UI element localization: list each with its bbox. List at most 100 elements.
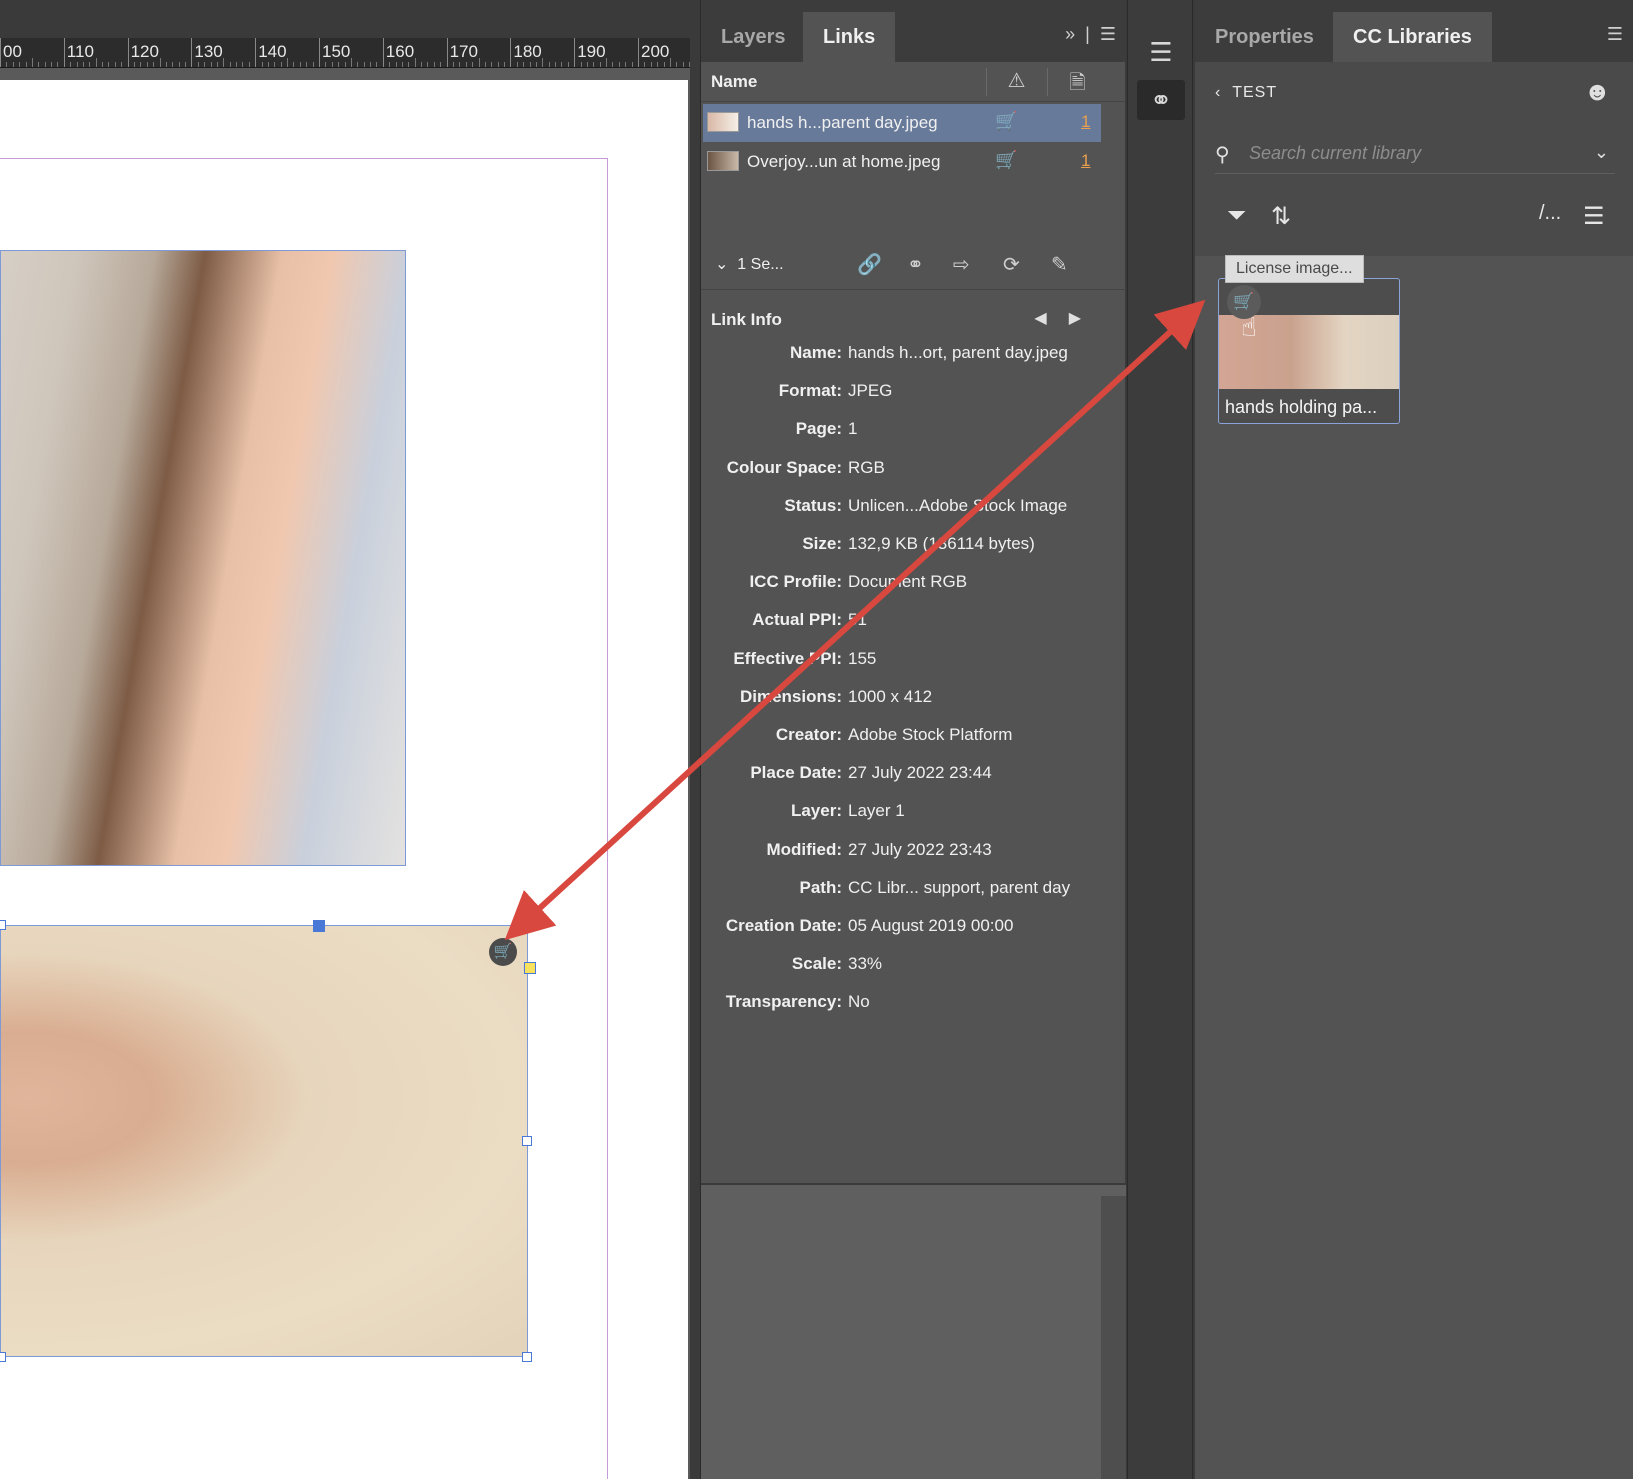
frame-handle[interactable] — [0, 920, 6, 930]
ruler-minor-tick — [338, 62, 340, 67]
ruler-major-tick — [319, 38, 320, 67]
links-icon[interactable]: ⚭ — [1137, 80, 1185, 120]
link-info-row: Status: Unlicen...Adobe Stock Image — [701, 496, 1126, 526]
scrollbar[interactable] — [1101, 1196, 1126, 1479]
ruler-minor-tick — [612, 62, 614, 67]
ruler-minor-tick — [121, 62, 123, 67]
link-info-title[interactable]: Link Info — [711, 310, 782, 330]
ruler-minor-tick — [472, 62, 474, 67]
stock-cart-icon[interactable]: 🛒 — [995, 150, 1017, 171]
ruler-major-tick — [0, 38, 1, 67]
list-view-icon[interactable]: ☰ — [1583, 202, 1605, 231]
link-page-number[interactable]: 1 — [1081, 112, 1090, 132]
link-info-nav-arrows[interactable]: ◀▶ — [1034, 308, 1103, 328]
ruler-minor-tick — [6, 62, 8, 67]
ruler-major-tick — [574, 38, 576, 67]
link-info-value: Unlicen...Adobe Stock Image — [848, 495, 1068, 515]
update-link-icon[interactable]: ⟳ — [1003, 252, 1020, 277]
search-input[interactable] — [1249, 138, 1569, 168]
placed-image-family[interactable] — [0, 250, 406, 866]
ruler-minor-tick — [465, 62, 467, 67]
chevron-down-icon[interactable]: ⌄ — [1594, 142, 1609, 163]
layers-icon[interactable]: ☰ — [1137, 32, 1185, 72]
ruler-minor-tick — [293, 62, 295, 67]
link-info-value: CC Libr... support, parent day — [848, 877, 1071, 897]
ruler-minor-tick — [178, 62, 180, 67]
ruler-minor-tick — [555, 62, 557, 67]
warning-column-icon[interactable]: ⚠ — [986, 68, 1046, 96]
link-info-value: Document RGB — [848, 572, 968, 592]
collapsed-panel-strip: ☰ ⚭ — [1127, 0, 1193, 1479]
sort-icon[interactable]: ⇅ — [1271, 202, 1291, 231]
relink-icon[interactable]: ⚭ — [907, 252, 924, 277]
page-column-icon[interactable]: 🗎 — [1047, 68, 1107, 96]
frame-handle-selected[interactable] — [313, 920, 325, 932]
library-back-button[interactable]: ‹ TEST — [1215, 84, 1277, 102]
share-user-icon[interactable]: ☻ — [1584, 76, 1611, 107]
frame-handle[interactable] — [0, 1352, 6, 1362]
tab-properties[interactable]: Properties — [1195, 12, 1334, 62]
ruler-major-tick — [255, 38, 257, 67]
go-to-link-icon[interactable]: ⇨ — [953, 252, 970, 277]
ruler-minor-tick — [484, 62, 486, 67]
ruler-minor-tick — [140, 62, 142, 67]
library-asset-card[interactable]: 🛒 hands holding pa... — [1218, 278, 1400, 424]
link-page-number[interactable]: 1 — [1081, 151, 1090, 171]
tab-cc-libraries[interactable]: CC Libraries — [1333, 12, 1492, 62]
ruler-label: 170 — [449, 42, 478, 61]
link-name: Overjoy...un at home.jpeg — [747, 152, 941, 171]
edit-original-icon[interactable]: ✎ — [1051, 252, 1068, 277]
link-info-label: Effective PPI: — [733, 648, 842, 668]
document-canvas[interactable]: 001101201301401501601701801902002 🛒 — [0, 0, 690, 1479]
ruler-minor-tick — [497, 62, 499, 67]
frame-handle[interactable] — [522, 1352, 532, 1362]
content-grabber-handle[interactable] — [524, 962, 536, 974]
ruler-minor-tick — [625, 62, 627, 67]
ruler-minor-tick — [306, 62, 308, 67]
ruler-minor-tick — [440, 62, 442, 67]
ruler-label: 140 — [258, 42, 287, 61]
link-info-value: 33% — [848, 954, 883, 974]
link-row[interactable]: hands h...parent day.jpeg 🛒 1 — [703, 104, 1101, 142]
ruler-minor-tick — [644, 62, 646, 67]
ruler-minor-tick — [504, 62, 506, 67]
ruler-minor-tick — [133, 62, 135, 67]
ruler-label: 130 — [194, 42, 223, 61]
ruler-minor-tick — [529, 62, 531, 67]
link-name: hands h...parent day.jpeg — [747, 113, 938, 132]
edit-icon[interactable]: /... — [1539, 202, 1561, 225]
ruler-label: 120 — [130, 42, 159, 61]
horizontal-ruler[interactable]: 001101201301401501601701801902002 — [0, 38, 690, 68]
tab-layers[interactable]: Layers — [701, 12, 806, 62]
link-info-row: Creation Date: 05 August 2019 00:00 — [701, 916, 1126, 946]
ruler-minor-tick — [567, 62, 569, 67]
ruler-minor-tick — [523, 62, 525, 67]
link-info-value: No — [848, 992, 870, 1012]
filter-icon[interactable]: ⏷ — [1227, 202, 1246, 230]
link-info-value: RGB — [848, 457, 885, 477]
ruler-minor-tick — [669, 58, 671, 67]
link-info-row: Transparency: No — [701, 992, 1126, 1022]
placed-image-hands[interactable] — [0, 925, 528, 1357]
ruler-minor-tick — [433, 62, 435, 67]
tab-links[interactable]: Links — [803, 12, 896, 62]
relink-cc-libraries-icon[interactable]: 🔗 — [857, 252, 882, 277]
panel-menu-icon[interactable]: ☰ — [1607, 24, 1623, 45]
ruler-minor-tick — [172, 62, 174, 67]
ruler-minor-tick — [580, 62, 582, 67]
ruler-minor-tick — [229, 62, 231, 67]
license-cart-badge-icon[interactable]: 🛒 — [489, 938, 517, 966]
ruler-label: 150 — [322, 42, 351, 61]
selection-count[interactable]: ⌄ 1 Se... — [715, 254, 784, 274]
link-info-label: Creator: — [775, 725, 842, 744]
column-name-label[interactable]: Name — [711, 72, 757, 92]
frame-handle[interactable] — [522, 1136, 532, 1146]
panel-menu-icon[interactable]: » | ☰ — [1065, 24, 1116, 45]
link-info-row: Name: hands h...ort, parent day.jpeg — [701, 343, 1126, 373]
link-row[interactable]: Overjoy...un at home.jpeg 🛒 1 — [703, 143, 1101, 181]
link-info-row: Format: JPEG — [701, 381, 1126, 411]
ruler-minor-tick — [389, 62, 391, 67]
stock-cart-icon[interactable]: 🛒 — [995, 111, 1017, 132]
ruler-minor-tick — [427, 62, 429, 67]
ruler-label: 200 — [641, 42, 670, 61]
